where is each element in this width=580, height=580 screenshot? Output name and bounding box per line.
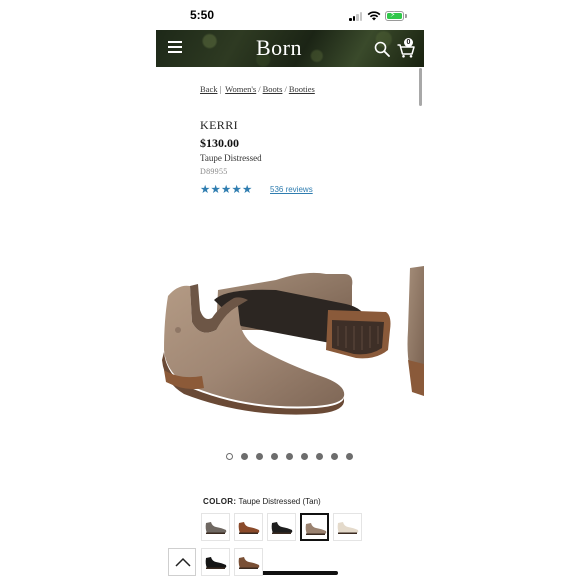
wifi-icon bbox=[367, 11, 381, 21]
cart-count-badge: 0 bbox=[404, 38, 413, 47]
menu-icon[interactable] bbox=[168, 41, 182, 55]
color-swatch[interactable] bbox=[333, 513, 362, 541]
shoe-thumbnail-icon bbox=[238, 557, 260, 569]
product-image[interactable] bbox=[156, 260, 424, 440]
shoe-thumbnail-icon bbox=[305, 523, 327, 535]
carousel-dot[interactable] bbox=[271, 453, 278, 460]
carousel-dot[interactable] bbox=[241, 453, 248, 460]
carousel-dot[interactable] bbox=[316, 453, 323, 460]
chevron-up-icon bbox=[175, 557, 191, 567]
shoe-thumbnail-icon bbox=[271, 522, 293, 534]
carousel-dot[interactable] bbox=[286, 453, 293, 460]
signal-icon bbox=[349, 12, 363, 21]
brand-logo[interactable]: Born bbox=[256, 35, 302, 61]
color-swatch[interactable] bbox=[300, 513, 329, 541]
carousel-dot[interactable] bbox=[331, 453, 338, 460]
carousel-dot[interactable] bbox=[226, 453, 233, 460]
breadcrumb-link-booties[interactable]: Booties bbox=[289, 84, 315, 94]
color-swatch[interactable] bbox=[201, 548, 230, 576]
back-to-top-button[interactable] bbox=[168, 548, 196, 576]
color-label-title: COLOR: bbox=[203, 497, 237, 506]
breadcrumb-link-womens[interactable]: Women's bbox=[225, 84, 256, 94]
reviews-link[interactable]: 536 reviews bbox=[270, 185, 313, 194]
product-price: $130.00 bbox=[200, 136, 239, 150]
site-header: Born 0 bbox=[156, 30, 424, 67]
selected-color-value: Taupe Distressed (Tan) bbox=[238, 497, 321, 506]
color-swatch[interactable] bbox=[201, 513, 230, 541]
breadcrumb-back-link[interactable]: Back bbox=[200, 84, 217, 94]
color-swatch[interactable] bbox=[267, 513, 296, 541]
breadcrumb-link-boots[interactable]: Boots bbox=[263, 84, 283, 94]
shoe-thumbnail-icon bbox=[205, 522, 227, 534]
status-bar: 5:50 bbox=[156, 0, 424, 30]
product-color-name: Taupe Distressed bbox=[200, 153, 262, 163]
color-label: COLOR: Taupe Distressed (Tan) bbox=[203, 497, 321, 506]
search-icon[interactable] bbox=[374, 41, 390, 57]
carousel-dot[interactable] bbox=[256, 453, 263, 460]
breadcrumb-separator: / bbox=[284, 84, 287, 94]
mobile-screen: 5:50 Born 0 Back| Women's/B bbox=[156, 0, 424, 580]
status-time: 5:50 bbox=[190, 8, 215, 22]
product-name: KERRI bbox=[200, 118, 238, 132]
battery-icon bbox=[385, 10, 404, 21]
color-swatch[interactable] bbox=[234, 548, 263, 576]
shoe-thumbnail-icon bbox=[238, 522, 260, 534]
breadcrumb-divider: | bbox=[219, 84, 222, 94]
battery-tip bbox=[405, 14, 407, 18]
shoe-thumbnail-icon bbox=[337, 522, 359, 534]
color-swatch[interactable] bbox=[234, 513, 263, 541]
rating-stars-icon: ★★★★★ bbox=[200, 182, 253, 196]
scrollbar[interactable] bbox=[419, 68, 422, 106]
carousel-dot[interactable] bbox=[301, 453, 308, 460]
carousel-dot[interactable] bbox=[346, 453, 353, 460]
breadcrumb: Back | Women's / Boots / Booties bbox=[200, 84, 315, 94]
shoe-thumbnail-icon bbox=[205, 557, 227, 569]
product-sku: D89955 bbox=[200, 167, 228, 176]
breadcrumb-separator: / bbox=[258, 84, 261, 94]
